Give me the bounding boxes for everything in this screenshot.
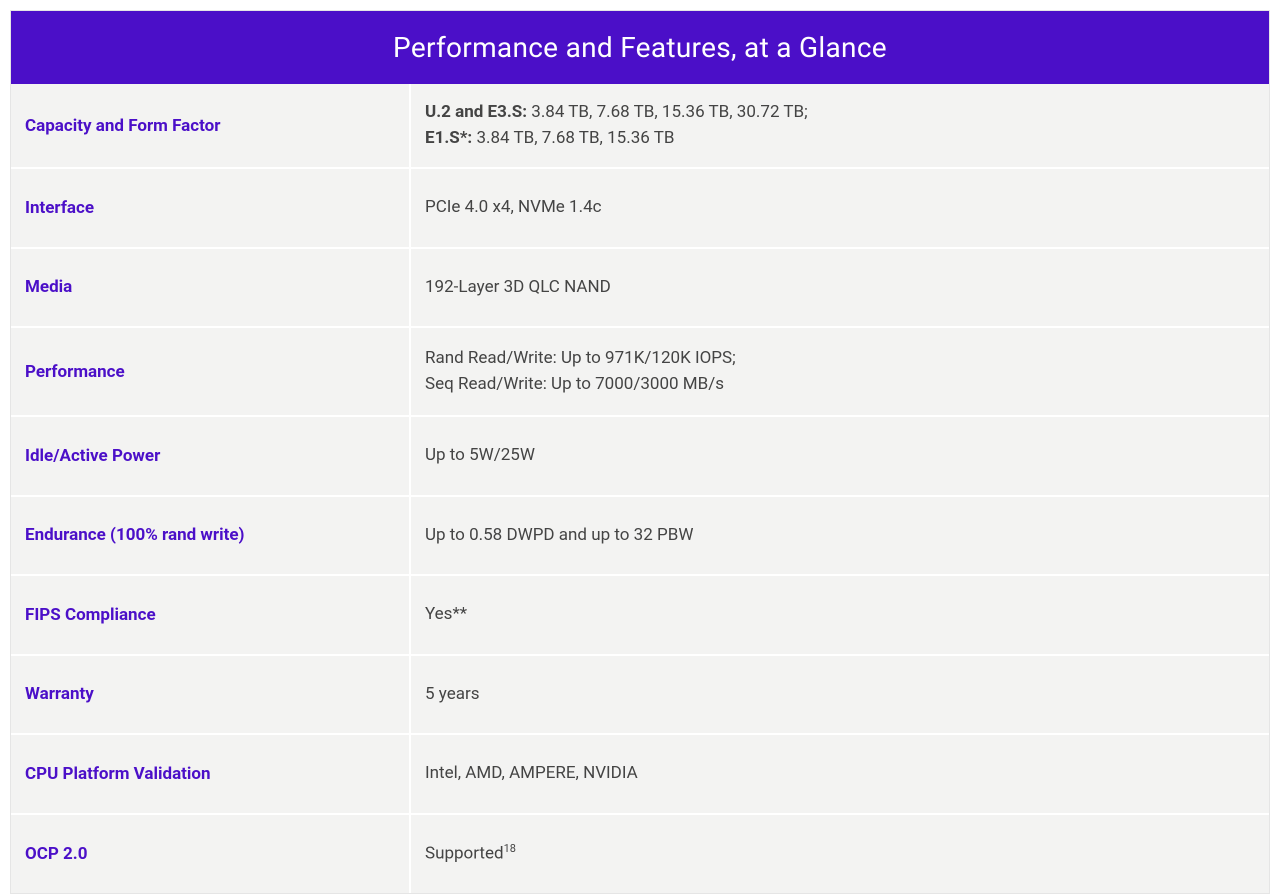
row-label-interface: Interface [11, 169, 411, 247]
table-row: Endurance (100% rand write) Up to 0.58 D… [11, 497, 1269, 577]
row-value-capacity: U.2 and E3.S: 3.84 TB, 7.68 TB, 15.36 TB… [411, 84, 1269, 167]
ocp-value: Supported [425, 843, 504, 863]
row-value-ocp: Supported18 [411, 815, 1269, 893]
table-row: CPU Platform Validation Intel, AMD, AMPE… [11, 735, 1269, 815]
capacity-line2-bold: E1.S*: [425, 128, 472, 148]
capacity-line2-text: 3.84 TB, 7.68 TB, 15.36 TB [472, 128, 674, 148]
row-label-power: Idle/Active Power [11, 417, 411, 495]
capacity-line1-bold: U.2 and E3.S: [425, 102, 527, 122]
performance-line1: Rand Read/Write: Up to 971K/120K IOPS; [425, 346, 1255, 372]
row-value-performance: Rand Read/Write: Up to 971K/120K IOPS; S… [411, 328, 1269, 415]
table-row: FIPS Compliance Yes** [11, 576, 1269, 656]
table-row: Performance Rand Read/Write: Up to 971K/… [11, 328, 1269, 417]
row-label-warranty: Warranty [11, 656, 411, 734]
table-title: Performance and Features, at a Glance [11, 11, 1269, 84]
ocp-footnote: 18 [504, 842, 516, 855]
row-value-endurance: Up to 0.58 DWPD and up to 32 PBW [411, 497, 1269, 575]
row-label-ocp: OCP 2.0 [11, 815, 411, 893]
row-label-capacity: Capacity and Form Factor [11, 84, 411, 167]
table-row: OCP 2.0 Supported18 [11, 815, 1269, 893]
row-label-media: Media [11, 249, 411, 327]
table-row: Interface PCIe 4.0 x4, NVMe 1.4c [11, 169, 1269, 249]
row-value-fips: Yes** [411, 576, 1269, 654]
performance-line2: Seq Read/Write: Up to 7000/3000 MB/s [425, 372, 1255, 398]
table-row: Capacity and Form Factor U.2 and E3.S: 3… [11, 84, 1269, 169]
row-value-media: 192-Layer 3D QLC NAND [411, 249, 1269, 327]
capacity-line1-text: 3.84 TB, 7.68 TB, 15.36 TB, 30.72 TB; [527, 102, 808, 122]
table-row: Warranty 5 years [11, 656, 1269, 736]
row-value-warranty: 5 years [411, 656, 1269, 734]
row-value-cpu: Intel, AMD, AMPERE, NVIDIA [411, 735, 1269, 813]
row-label-performance: Performance [11, 328, 411, 415]
table-row: Media 192-Layer 3D QLC NAND [11, 249, 1269, 329]
specs-table: Performance and Features, at a Glance Ca… [10, 10, 1270, 894]
row-label-endurance: Endurance (100% rand write) [11, 497, 411, 575]
row-label-cpu: CPU Platform Validation [11, 735, 411, 813]
row-label-fips: FIPS Compliance [11, 576, 411, 654]
row-value-interface: PCIe 4.0 x4, NVMe 1.4c [411, 169, 1269, 247]
row-value-power: Up to 5W/25W [411, 417, 1269, 495]
table-row: Idle/Active Power Up to 5W/25W [11, 417, 1269, 497]
